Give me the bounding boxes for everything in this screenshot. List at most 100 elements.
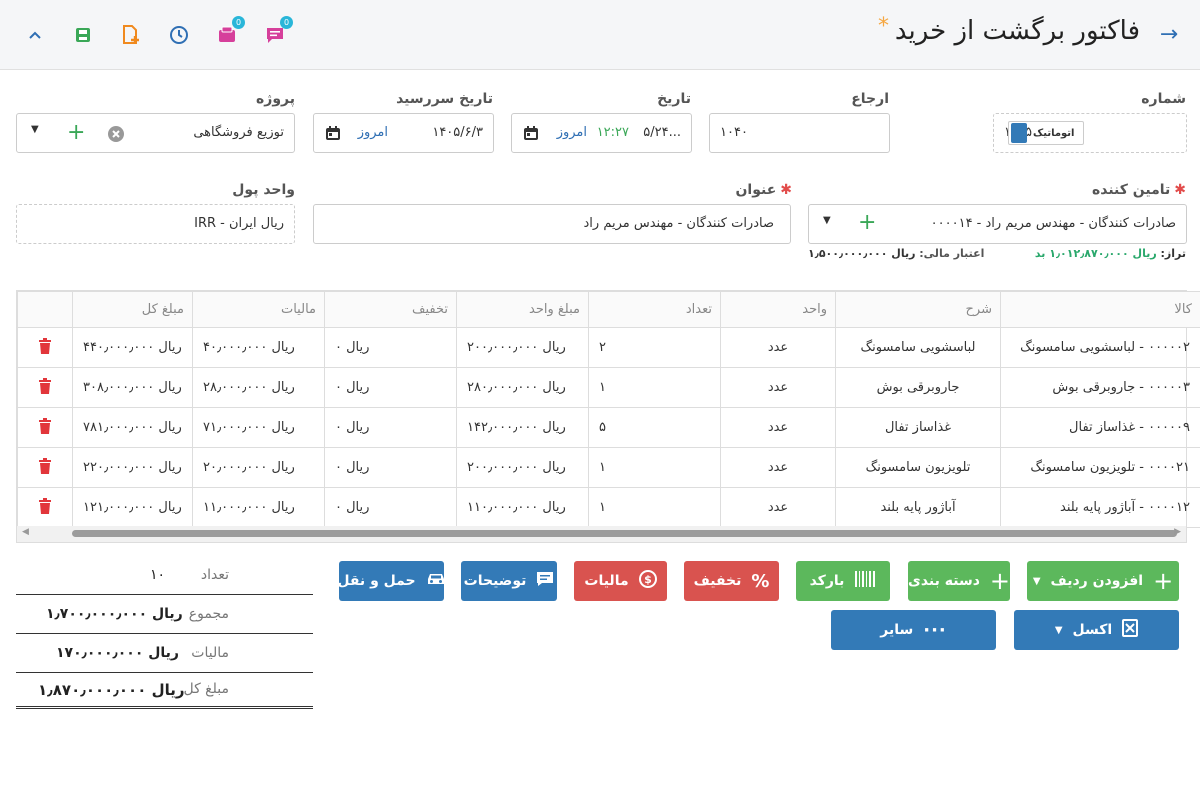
row-discount[interactable]: ریال ۰ [324,367,457,408]
new-document-icon[interactable] [118,22,144,48]
other-button[interactable]: ··· سایر [831,610,996,650]
row-tax[interactable]: ریال ۷۱٫۰۰۰٫۰۰۰ [192,407,325,448]
history-clock-icon[interactable] [166,22,192,48]
back-arrow-icon[interactable]: → [1156,22,1182,48]
calendar-icon[interactable] [523,125,539,145]
col-header-unit[interactable]: واحد [720,291,836,328]
row-unit-price[interactable]: ریال ۱۱۰٫۰۰۰٫۰۰۰ [456,487,589,528]
trash-icon[interactable] [38,417,52,438]
row-total: ریال ۴۴۰٫۰۰۰٫۰۰۰ [72,327,193,368]
required-star-icon: ✱ [780,182,792,198]
row-item[interactable]: ۰۰۰۰۱۲ - آباژور پایه بلند [1000,487,1200,528]
subject-field[interactable]: صادرات کنندگان - مهندس مریم راد [313,204,791,244]
supplier-field[interactable]: ۰۰۰۰۱۴ - صادرات کنندگان - مهندس مریم راد… [808,204,1187,244]
date-today-link[interactable]: امروز [557,125,587,140]
row-unit[interactable]: عدد [720,487,836,528]
calendar-icon[interactable] [325,125,341,145]
delete-row-button[interactable] [17,447,73,488]
trash-icon[interactable] [38,337,52,358]
row-description[interactable]: غذاساز تفال [835,407,1001,448]
row-quantity[interactable]: ۲ [588,327,721,368]
row-item[interactable]: ۰۰۰۰۰۳ - جاروبرقی بوش [1000,367,1200,408]
row-quantity[interactable]: ۱ [588,447,721,488]
row-discount[interactable]: ریال ۰ [324,407,457,448]
scroll-right-icon[interactable]: ▶ [1174,527,1181,537]
dropdown-caret-icon[interactable]: ▼ [823,215,831,226]
row-description[interactable]: جاروبرقی بوش [835,367,1001,408]
table-row[interactable]: ۱ ۰۰۰۰۰۲ - لباسشویی سامسونگ لباسشویی سام… [17,327,1200,368]
row-tax[interactable]: ریال ۴۰٫۰۰۰٫۰۰۰ [192,327,325,368]
row-discount[interactable]: ریال ۰ [324,327,457,368]
col-header-item[interactable]: کالا [1000,291,1200,328]
category-button[interactable]: + دسته بندی [908,561,1010,601]
row-discount[interactable]: ریال ۰ [324,487,457,528]
notes-button[interactable]: توضیحات [461,561,557,601]
row-quantity[interactable]: ۵ [588,407,721,448]
col-header-unit-price[interactable]: مبلغ واحد [456,291,589,328]
number-field[interactable]: ۱۰۰۵ اتوماتیک [993,113,1187,153]
row-description[interactable]: لباسشویی سامسونگ [835,327,1001,368]
delete-row-button[interactable] [17,367,73,408]
horizontal-scrollbar[interactable]: ◀ ▶ [17,526,1186,542]
row-item[interactable]: ۰۰۰۰۰۹ - غذاساز تفال [1000,407,1200,448]
col-header-discount[interactable]: تخفیف [324,291,457,328]
dropdown-caret-icon[interactable]: ▼ [1055,625,1063,636]
delete-row-button[interactable] [17,487,73,528]
row-unit[interactable]: عدد [720,367,836,408]
table-row[interactable]: ۲ ۰۰۰۰۰۳ - جاروبرقی بوش جاروبرقی بوش عدد… [17,367,1200,408]
collapse-chevron-icon[interactable] [22,22,48,48]
delete-row-button[interactable] [17,407,73,448]
excel-button[interactable]: اکسل ▼ [1014,610,1179,650]
col-header-total[interactable]: مبلغ کل [72,291,193,328]
comments-icon[interactable]: 0 [262,16,293,48]
scroll-left-icon[interactable]: ◀ [22,527,29,537]
due-date-today-link[interactable]: امروز [358,125,388,140]
row-item[interactable]: ۰۰۰۰۲۱ - تلویزیون سامسونگ [1000,447,1200,488]
barcode-button[interactable]: بارکد [796,561,890,601]
row-tax[interactable]: ریال ۲۰٫۰۰۰٫۰۰۰ [192,447,325,488]
tax-button[interactable]: $ مالیات [574,561,667,601]
dropdown-caret-icon[interactable]: ▼ [31,124,39,135]
dropdown-caret-icon[interactable]: ▼ [1033,576,1041,587]
delete-row-button[interactable] [17,327,73,368]
table-row[interactable]: ۵ ۰۰۰۰۱۲ - آباژور پایه بلند آباژور پایه … [17,487,1200,528]
scrollbar-thumb[interactable] [72,530,1177,537]
add-project-icon[interactable]: + [67,122,85,144]
attachments-icon[interactable]: 0 [214,16,245,48]
shipping-button[interactable]: حمل و نقل [337,561,444,601]
trash-icon[interactable] [38,457,52,478]
trash-icon[interactable] [38,377,52,398]
reference-field[interactable]: ۱۰۴۰ [709,113,890,153]
row-unit-price[interactable]: ریال ۲۰۰٫۰۰۰٫۰۰۰ [456,327,589,368]
row-description[interactable]: آباژور پایه بلند [835,487,1001,528]
date-field[interactable]: ۵/۲۴... ۱۲:۲۷ امروز [511,113,692,153]
table-row[interactable]: ۴ ۰۰۰۰۲۱ - تلویزیون سامسونگ تلویزیون سام… [17,447,1200,488]
col-header-quantity[interactable]: تعداد [588,291,721,328]
row-quantity[interactable]: ۱ [588,367,721,408]
row-tax[interactable]: ریال ۲۸٫۰۰۰٫۰۰۰ [192,367,325,408]
discount-button[interactable]: % تخفیف [684,561,779,601]
add-supplier-icon[interactable]: + [858,212,876,234]
row-item[interactable]: ۰۰۰۰۰۲ - لباسشویی سامسونگ [1000,327,1200,368]
add-row-button[interactable]: + افزودن ردیف ▼ [1027,561,1179,601]
row-tax[interactable]: ریال ۱۱٫۰۰۰٫۰۰۰ [192,487,325,528]
auto-toggle-switch[interactable] [1011,123,1027,143]
row-unit[interactable]: عدد [720,407,836,448]
row-unit-price[interactable]: ریال ۲۰۰٫۰۰۰٫۰۰۰ [456,447,589,488]
row-unit-price[interactable]: ریال ۲۸۰٫۰۰۰٫۰۰۰ [456,367,589,408]
auto-number-toggle[interactable]: اتوماتیک [1008,121,1084,145]
row-unit-price[interactable]: ریال ۱۴۲٫۰۰۰٫۰۰۰ [456,407,589,448]
col-header-tax[interactable]: مالیات [192,291,325,328]
row-discount[interactable]: ریال ۰ [324,447,457,488]
table-row[interactable]: ۳ ۰۰۰۰۰۹ - غذاساز تفال غذاساز تفال عدد ۵… [17,407,1200,448]
clear-icon[interactable] [107,125,125,147]
row-description[interactable]: تلویزیون سامسونگ [835,447,1001,488]
save-icon[interactable] [70,22,96,48]
row-quantity[interactable]: ۱ [588,487,721,528]
col-header-description[interactable]: شرح [835,291,1001,328]
project-field[interactable]: توزیع فروشگاهی + ▼ [16,113,295,153]
trash-icon[interactable] [38,497,52,518]
due-date-field[interactable]: ۱۴۰۵/۶/۳ امروز [313,113,494,153]
row-unit[interactable]: عدد [720,327,836,368]
row-unit[interactable]: عدد [720,447,836,488]
